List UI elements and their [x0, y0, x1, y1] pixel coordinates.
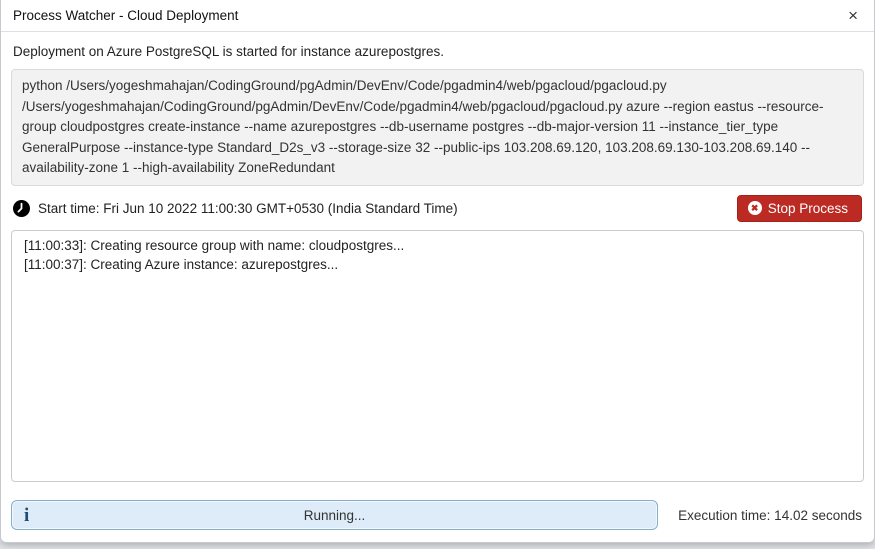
start-time-row: Start time: Fri Jun 10 2022 11:00:30 GMT… [11, 186, 864, 230]
log-line: [11:00:33]: Creating resource group with… [24, 236, 851, 256]
clock-icon [13, 200, 30, 217]
deployment-status-message: Deployment on Azure PostgreSQL is starte… [11, 42, 864, 69]
start-time-label: Start time: Fri Jun 10 2022 11:00:30 GMT… [38, 201, 458, 216]
running-status-bar: i Running... [11, 500, 658, 530]
status-label: Running... [12, 508, 657, 523]
command-text-box: python /Users/yogeshmahajan/CodingGround… [11, 69, 864, 186]
process-watcher-page: SQL Process Watcher - Cloud Deployment ×… [0, 0, 875, 549]
stop-circle-x-icon: ✖ [748, 201, 762, 215]
dialog-footer: i Running... Execution time: 14.02 secon… [1, 492, 874, 542]
log-line: [11:00:37]: Creating Azure instance: azu… [24, 255, 851, 275]
close-icon[interactable]: × [844, 5, 862, 26]
stop-process-label: Stop Process [768, 201, 848, 216]
dialog-header: Process Watcher - Cloud Deployment × [1, 0, 874, 32]
dialog-body: Deployment on Azure PostgreSQL is starte… [1, 32, 874, 492]
process-log-output[interactable]: [11:00:33]: Creating resource group with… [11, 230, 864, 483]
stop-process-button[interactable]: ✖ Stop Process [737, 195, 862, 222]
dialog-title: Process Watcher - Cloud Deployment [13, 8, 238, 23]
process-watcher-dialog: Process Watcher - Cloud Deployment × Dep… [0, 0, 875, 543]
execution-time-label: Execution time: 14.02 seconds [678, 508, 864, 523]
